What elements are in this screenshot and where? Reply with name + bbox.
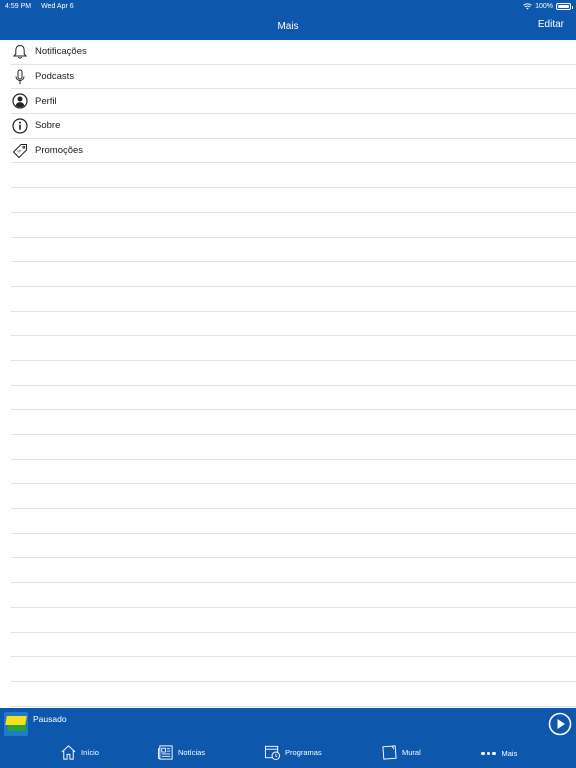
empty-row	[11, 336, 576, 361]
empty-row	[11, 657, 576, 682]
tab-label: Mais	[501, 749, 518, 758]
battery-icon	[556, 2, 573, 10]
empty-row	[11, 460, 576, 485]
home-icon	[61, 745, 76, 760]
empty-row	[11, 213, 576, 238]
battery-percent: 100%	[535, 2, 553, 10]
empty-row	[11, 386, 576, 411]
tab-noticias[interactable]: Notícias	[157, 744, 205, 761]
empty-row	[11, 361, 576, 386]
board-icon	[382, 745, 397, 760]
menu-item-perfil[interactable]: Perfil	[11, 89, 576, 115]
play-button-icon[interactable]	[548, 712, 572, 736]
empty-row	[11, 633, 576, 658]
menu-item-sobre[interactable]: Sobre	[11, 114, 576, 139]
menu-item-notificacoes[interactable]: Notificações	[11, 40, 576, 65]
empty-row	[11, 608, 576, 633]
empty-row	[11, 484, 576, 510]
empty-row	[11, 558, 576, 584]
more-dots-icon	[481, 751, 496, 756]
tab-label: Mural	[402, 748, 421, 757]
tab-label: Notícias	[178, 748, 206, 757]
tab-label: Início	[81, 748, 99, 757]
info-icon	[11, 117, 28, 134]
empty-row	[11, 287, 576, 312]
menu-item-label: Promoções	[35, 145, 84, 157]
empty-row	[11, 509, 576, 534]
empty-row	[11, 163, 576, 189]
empty-row	[11, 188, 576, 213]
player-status: Pausado	[33, 714, 67, 724]
status-bar: 4:59 PM Wed Apr 6 100%	[0, 0, 576, 12]
menu-list: Notificações Podcasts Perfil Sobre % Pro…	[0, 40, 576, 708]
empty-row	[11, 435, 576, 460]
microphone-icon	[11, 68, 28, 85]
empty-row	[11, 238, 576, 263]
svg-text:%: %	[16, 147, 22, 153]
status-right: 100%	[523, 2, 573, 10]
empty-row	[11, 312, 576, 337]
wifi-icon	[523, 2, 532, 9]
status-date: Wed Apr 6	[41, 2, 74, 10]
nav-bar: Mais Editar	[0, 12, 576, 40]
tab-label: Programas	[285, 748, 322, 757]
tab-programas[interactable]: Programas	[264, 744, 322, 761]
edit-button[interactable]: Editar	[538, 19, 564, 30]
empty-row	[11, 583, 576, 608]
page-title: Mais	[277, 20, 299, 32]
user-icon	[11, 93, 28, 110]
menu-item-label: Sobre	[35, 120, 61, 132]
menu-item-label: Perfil	[35, 95, 57, 107]
bell-icon	[11, 43, 28, 60]
empty-row	[11, 410, 576, 435]
status-time: 4:59 PM	[5, 2, 32, 10]
tab-mais[interactable]: Mais	[481, 749, 517, 758]
empty-row	[11, 682, 576, 707]
mini-player[interactable]: Pausado	[0, 708, 576, 740]
menu-item-podcasts[interactable]: Podcasts	[11, 65, 576, 90]
menu-item-promocoes[interactable]: % Promoções	[11, 139, 576, 164]
tab-mural[interactable]: Mural	[381, 744, 421, 761]
tab-bar: Início Notícias Programas Mural Mais	[0, 740, 576, 768]
menu-item-label: Podcasts	[35, 71, 75, 83]
tab-inicio[interactable]: Início	[60, 744, 99, 761]
empty-row	[11, 262, 576, 287]
menu-item-label: Notificações	[35, 46, 87, 58]
newspaper-icon	[157, 745, 173, 760]
empty-row	[11, 534, 576, 559]
calendar-clock-icon	[264, 745, 281, 761]
tag-icon: %	[11, 142, 28, 159]
station-logo	[4, 712, 28, 736]
